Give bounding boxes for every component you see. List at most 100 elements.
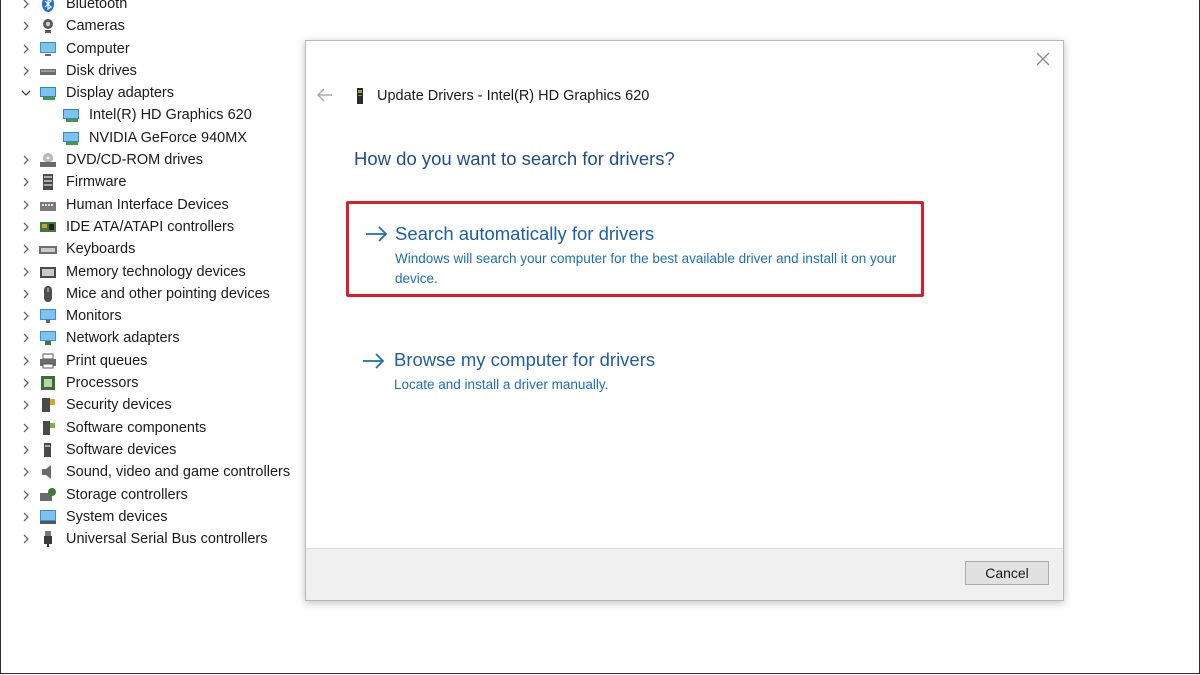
device-item[interactable]: Intel(R) HD Graphics 620 bbox=[1, 104, 301, 126]
device-tree-label[interactable]: Storage controllers bbox=[66, 484, 188, 506]
chevron-right-icon[interactable] bbox=[19, 15, 31, 37]
device-tree-label[interactable]: Firmware bbox=[66, 171, 126, 193]
device-tree-label[interactable]: Print queues bbox=[66, 350, 147, 372]
device-category[interactable]: Mice and other pointing devices bbox=[1, 283, 301, 305]
dialog-title: Update Drivers - Intel(R) HD Graphics 62… bbox=[377, 88, 650, 104]
chevron-right-icon[interactable] bbox=[19, 60, 31, 82]
device-tree-label[interactable]: Disk drives bbox=[66, 60, 137, 82]
device-tree-label[interactable]: Human Interface Devices bbox=[66, 194, 229, 216]
device-tree-label[interactable]: Memory technology devices bbox=[66, 261, 246, 283]
chevron-down-icon[interactable] bbox=[19, 82, 31, 104]
system-device-icon bbox=[39, 509, 57, 525]
device-tree-label[interactable]: Sound, video and game controllers bbox=[66, 461, 290, 483]
device-tree-label[interactable]: Computer bbox=[66, 38, 130, 60]
device-tree-label[interactable]: Processors bbox=[66, 372, 139, 394]
device-category[interactable]: DVD/CD-ROM drives bbox=[1, 149, 301, 171]
device-category[interactable]: Print queues bbox=[1, 350, 301, 372]
chevron-right-icon[interactable] bbox=[19, 149, 31, 171]
chevron-right-icon[interactable] bbox=[19, 394, 31, 416]
device-category[interactable]: Processors bbox=[1, 372, 301, 394]
device-category[interactable]: IDE ATA/ATAPI controllers bbox=[1, 216, 301, 238]
device-tree-label[interactable]: Keyboards bbox=[66, 238, 135, 260]
device-category[interactable]: Human Interface Devices bbox=[1, 194, 301, 216]
chevron-right-icon[interactable] bbox=[19, 283, 31, 305]
display-adapter-device-icon bbox=[355, 87, 365, 105]
chevron-right-icon[interactable] bbox=[19, 261, 31, 283]
device-tree-label[interactable]: Mice and other pointing devices bbox=[66, 283, 270, 305]
device-category[interactable]: Bluetooth bbox=[1, 0, 301, 15]
chevron-right-icon[interactable] bbox=[19, 171, 31, 193]
device-category[interactable]: Storage controllers bbox=[1, 484, 301, 506]
back-button[interactable] bbox=[316, 87, 334, 103]
browse-computer-title[interactable]: Browse my computer for drivers bbox=[394, 349, 655, 371]
device-category[interactable]: Display adapters bbox=[1, 82, 301, 104]
chevron-right-icon[interactable] bbox=[19, 0, 31, 15]
search-automatically-option[interactable]: Search automatically for drivers Windows… bbox=[346, 201, 924, 297]
device-category[interactable]: Network adapters bbox=[1, 327, 301, 349]
back-arrow-icon[interactable] bbox=[316, 87, 334, 103]
chevron-right-icon[interactable] bbox=[19, 216, 31, 238]
device-tree-label[interactable]: IDE ATA/ATAPI controllers bbox=[66, 216, 234, 238]
chevron-right-icon[interactable] bbox=[19, 506, 31, 528]
device-item[interactable]: NVIDIA GeForce 940MX bbox=[1, 127, 301, 149]
chevron-right-icon[interactable] bbox=[19, 484, 31, 506]
device-tree-label[interactable]: Software components bbox=[66, 417, 206, 439]
device-tree-label[interactable]: DVD/CD-ROM drives bbox=[66, 149, 203, 171]
device-category[interactable]: Software components bbox=[1, 417, 301, 439]
chevron-right-icon[interactable] bbox=[19, 305, 31, 327]
chevron-right-icon[interactable] bbox=[19, 439, 31, 461]
chevron-right-icon[interactable] bbox=[19, 417, 31, 439]
usb-icon bbox=[39, 531, 57, 548]
device-category[interactable]: Universal Serial Bus controllers bbox=[1, 528, 301, 550]
device-tree: Bluetooth Cameras Computer Disk drives Displ… bbox=[1, 0, 301, 550]
device-tree-label[interactable]: Display adapters bbox=[66, 82, 174, 104]
chevron-right-icon[interactable] bbox=[19, 194, 31, 216]
device-category[interactable]: Firmware bbox=[1, 171, 301, 193]
device-category[interactable]: Monitors bbox=[1, 305, 301, 327]
device-tree-label[interactable]: Security devices bbox=[66, 394, 172, 416]
chevron-right-icon[interactable] bbox=[19, 528, 31, 550]
close-button[interactable] bbox=[1033, 49, 1053, 69]
browse-computer-option[interactable]: Browse my computer for drivers Locate an… bbox=[346, 349, 924, 393]
device-tree-label[interactable]: NVIDIA GeForce 940MX bbox=[89, 127, 247, 149]
device-tree-label[interactable]: Software devices bbox=[66, 439, 176, 461]
chevron-right-icon[interactable] bbox=[19, 372, 31, 394]
device-category[interactable]: System devices bbox=[1, 506, 301, 528]
bluetooth-icon bbox=[39, 0, 57, 12]
network-adapter-icon bbox=[39, 330, 57, 346]
device-category[interactable]: Security devices bbox=[1, 394, 301, 416]
device-tree-label[interactable]: Intel(R) HD Graphics 620 bbox=[89, 104, 252, 126]
search-automatically-title[interactable]: Search automatically for drivers bbox=[395, 223, 654, 245]
device-tree-label[interactable]: Universal Serial Bus controllers bbox=[66, 528, 267, 550]
chevron-right-icon[interactable] bbox=[19, 238, 31, 260]
device-tree-label[interactable]: Network adapters bbox=[66, 327, 180, 349]
device-tree-label[interactable]: Cameras bbox=[66, 15, 125, 37]
device-tree-label[interactable]: System devices bbox=[66, 506, 168, 528]
mouse-icon bbox=[39, 285, 57, 302]
display-adapter-icon bbox=[62, 130, 80, 146]
chevron-right-icon[interactable] bbox=[19, 38, 31, 60]
device-category[interactable]: Disk drives bbox=[1, 60, 301, 82]
device-tree-label[interactable]: Bluetooth bbox=[66, 0, 127, 15]
display-adapter-icon bbox=[39, 85, 57, 101]
camera-icon bbox=[39, 18, 57, 34]
chevron-right-icon[interactable] bbox=[19, 461, 31, 483]
update-drivers-dialog: Update Drivers - Intel(R) HD Graphics 62… bbox=[305, 40, 1064, 601]
device-category[interactable]: Keyboards bbox=[1, 238, 301, 260]
device-tree-label[interactable]: Monitors bbox=[66, 305, 122, 327]
device-manager-window: Bluetooth Cameras Computer Disk drives Displ… bbox=[0, 0, 1200, 674]
device-category[interactable]: Memory technology devices bbox=[1, 261, 301, 283]
device-category[interactable]: Software devices bbox=[1, 439, 301, 461]
software-device-icon bbox=[39, 442, 57, 458]
device-category[interactable]: Cameras bbox=[1, 15, 301, 37]
chevron-right-icon[interactable] bbox=[19, 327, 31, 349]
cancel-button[interactable]: Cancel bbox=[965, 561, 1049, 585]
device-category[interactable]: Computer bbox=[1, 38, 301, 60]
device-category[interactable]: Sound, video and game controllers bbox=[1, 461, 301, 483]
chevron-right-icon[interactable] bbox=[19, 350, 31, 372]
close-icon[interactable] bbox=[1033, 49, 1053, 69]
arrow-right-icon bbox=[363, 353, 385, 369]
hid-icon bbox=[39, 197, 57, 213]
browse-computer-description: Locate and install a driver manually. bbox=[394, 377, 609, 392]
dialog-footer: Cancel bbox=[306, 548, 1063, 600]
